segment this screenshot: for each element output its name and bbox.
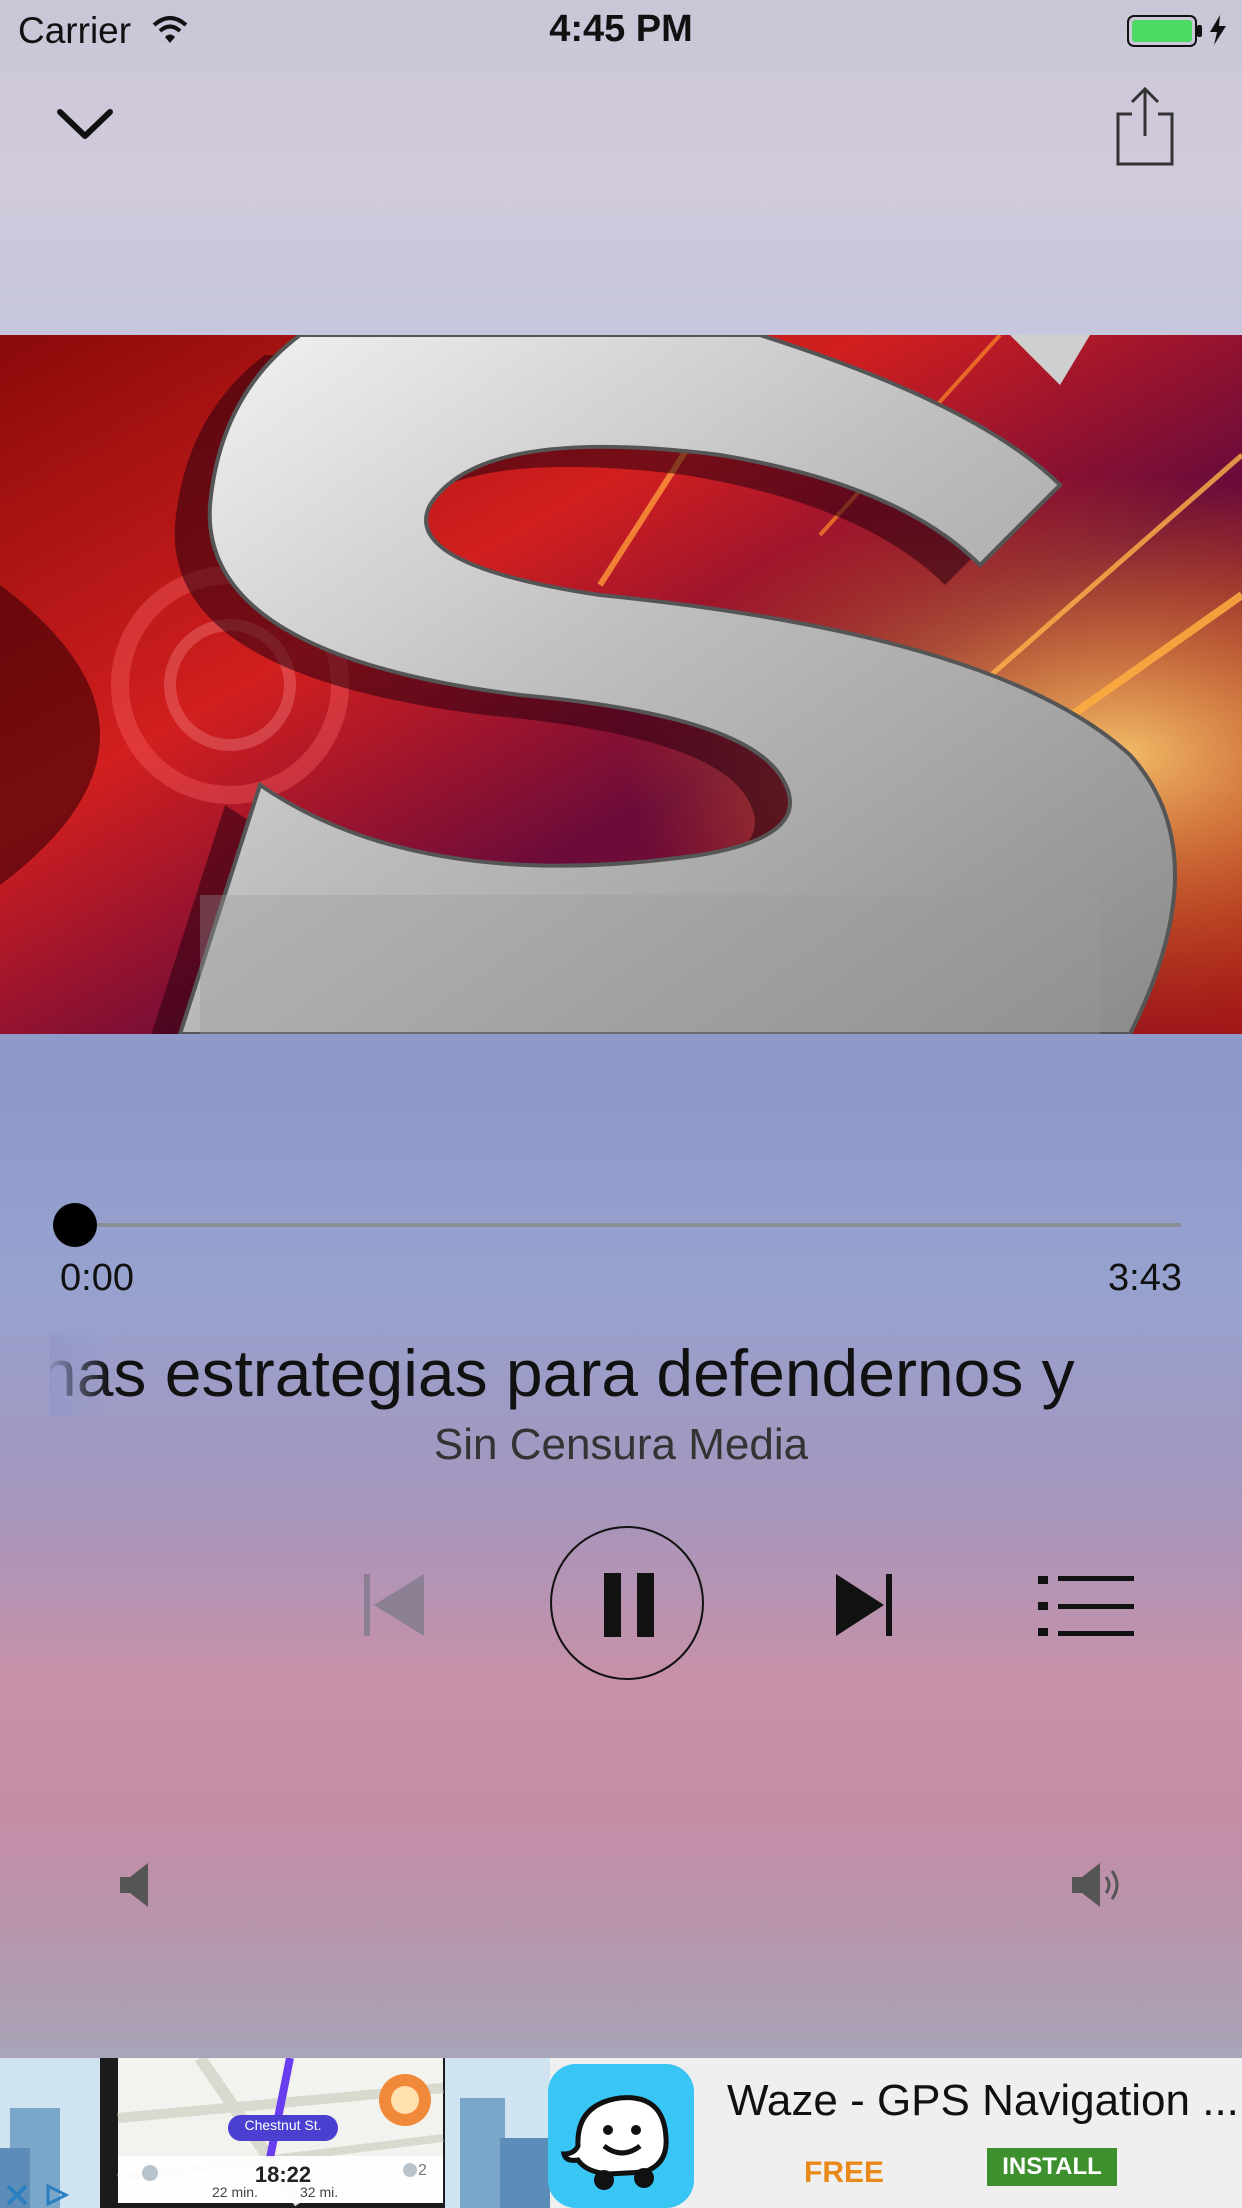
- ad-map-distance: 32 mi.: [300, 2184, 339, 2200]
- ad-map-street: Chestnut St.: [244, 2117, 322, 2133]
- volume-min-icon: [120, 1863, 148, 1907]
- ad-title: Waze - GPS Navigation ...: [727, 2076, 1239, 2125]
- playlist-icon[interactable]: [1038, 1576, 1134, 1636]
- ad-banner[interactable]: Chestnut St. 18:22 22 min. 32 mi. 2 Waze…: [0, 2058, 1242, 2208]
- elapsed-time: 0:00: [60, 1257, 134, 1299]
- ad-map-passengers: 2: [418, 2162, 427, 2179]
- total-time: 3:43: [1108, 1257, 1182, 1299]
- album-artwork: [0, 335, 1242, 1034]
- share-icon[interactable]: [1114, 86, 1176, 168]
- track-title-marquee: has estrategias para defendernos y: [50, 1335, 1180, 1415]
- collapse-chevron-icon[interactable]: [55, 105, 115, 141]
- ad-map-eta: 22 min.: [212, 2184, 258, 2200]
- pause-icon: [604, 1573, 654, 1637]
- battery-icon: [1127, 15, 1202, 47]
- volume-max-icon: [1072, 1863, 1119, 1907]
- title-fade: [50, 1335, 110, 1415]
- charging-icon: [1210, 15, 1226, 45]
- progress-bar[interactable]: [75, 1223, 1181, 1227]
- previous-track-icon[interactable]: [362, 1572, 426, 1638]
- progress-knob[interactable]: [53, 1203, 97, 1247]
- install-button[interactable]: INSTALL: [987, 2148, 1117, 2186]
- waze-logo-icon: [560, 2095, 669, 2190]
- ad-price: FREE: [804, 2156, 885, 2189]
- track-title: has estrategias para defendernos y: [50, 1336, 1075, 1410]
- next-track-icon[interactable]: [834, 1572, 894, 1638]
- pause-button[interactable]: [550, 1526, 704, 1680]
- status-bar: Carrier 4:45 PM: [0, 0, 1242, 60]
- waze-app-icon: [548, 2064, 694, 2208]
- clock: 4:45 PM: [549, 8, 693, 50]
- artist-name: Sin Censura Media: [433, 1420, 809, 1469]
